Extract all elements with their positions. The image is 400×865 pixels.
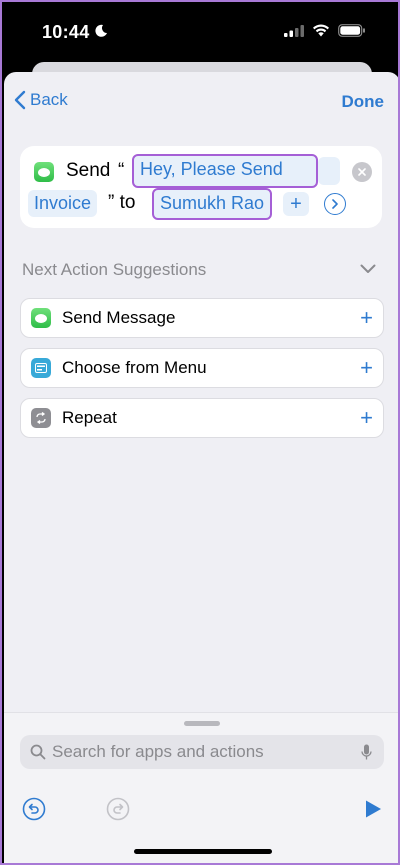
suggestion-label: Choose from Menu xyxy=(62,358,207,377)
done-button[interactable]: Done xyxy=(342,92,385,112)
microphone-icon[interactable] xyxy=(361,744,372,761)
suggestion-send-message[interactable]: Send Message + xyxy=(20,298,384,338)
expand-action-button[interactable] xyxy=(324,193,346,215)
status-bar: 10:44 xyxy=(2,2,398,66)
suggestion-repeat[interactable]: Repeat + xyxy=(20,398,384,438)
message-text-token-line2[interactable]: Invoice xyxy=(28,190,98,217)
status-time: 10:44 xyxy=(42,22,90,42)
back-label: Back xyxy=(30,90,68,109)
close-quote-to: ” to xyxy=(108,192,136,213)
action-search-panel xyxy=(4,712,398,863)
chevron-down-icon[interactable] xyxy=(360,264,376,274)
open-quote: “ xyxy=(118,160,125,181)
add-icon[interactable]: + xyxy=(360,357,373,379)
recipient-token[interactable]: Sumukh Rao xyxy=(152,188,273,220)
menu-icon xyxy=(31,358,51,378)
message-token-tail[interactable] xyxy=(318,157,340,185)
status-indicators xyxy=(284,24,366,37)
send-message-action-card: Send “ Hey, Please Send Invoice ” to Sum… xyxy=(20,146,382,228)
search-icon xyxy=(30,744,46,760)
search-input[interactable] xyxy=(52,742,361,762)
repeat-icon xyxy=(31,408,51,428)
add-icon[interactable]: + xyxy=(360,307,373,329)
messages-icon xyxy=(31,308,51,328)
phone-screen: 10:44 Back Done Send “ Hey, Please Send … xyxy=(0,0,400,865)
play-icon[interactable] xyxy=(364,799,382,819)
redo-icon[interactable] xyxy=(106,797,130,821)
clear-action-button[interactable] xyxy=(352,162,372,182)
suggestion-label: Send Message xyxy=(62,308,176,327)
message-text-token[interactable]: Hey, Please Send xyxy=(132,154,318,188)
search-field[interactable] xyxy=(20,735,384,769)
suggestion-choose-from-menu[interactable]: Choose from Menu + xyxy=(20,348,384,388)
add-icon[interactable]: + xyxy=(360,407,373,429)
chevron-left-icon xyxy=(14,90,26,110)
panel-grabber[interactable] xyxy=(184,721,220,726)
wifi-icon xyxy=(313,24,329,37)
home-indicator xyxy=(134,849,272,854)
focus-moon-icon xyxy=(95,24,107,37)
plus-icon: + xyxy=(290,192,302,215)
messages-icon xyxy=(34,162,54,182)
back-button[interactable]: Back xyxy=(14,90,68,110)
undo-icon[interactable] xyxy=(22,797,46,821)
suggestion-label: Repeat xyxy=(62,408,117,427)
cellular-signal-icon xyxy=(284,24,304,37)
add-parameter-button[interactable]: + xyxy=(283,192,309,216)
battery-icon xyxy=(338,24,365,37)
chevron-right-icon xyxy=(332,199,338,209)
suggestions-header: Next Action Suggestions xyxy=(22,260,207,279)
action-verb: Send xyxy=(66,160,111,181)
shortcut-editor-sheet: Back Done Send “ Hey, Please Send Invoic… xyxy=(4,72,398,863)
close-icon xyxy=(358,168,366,176)
